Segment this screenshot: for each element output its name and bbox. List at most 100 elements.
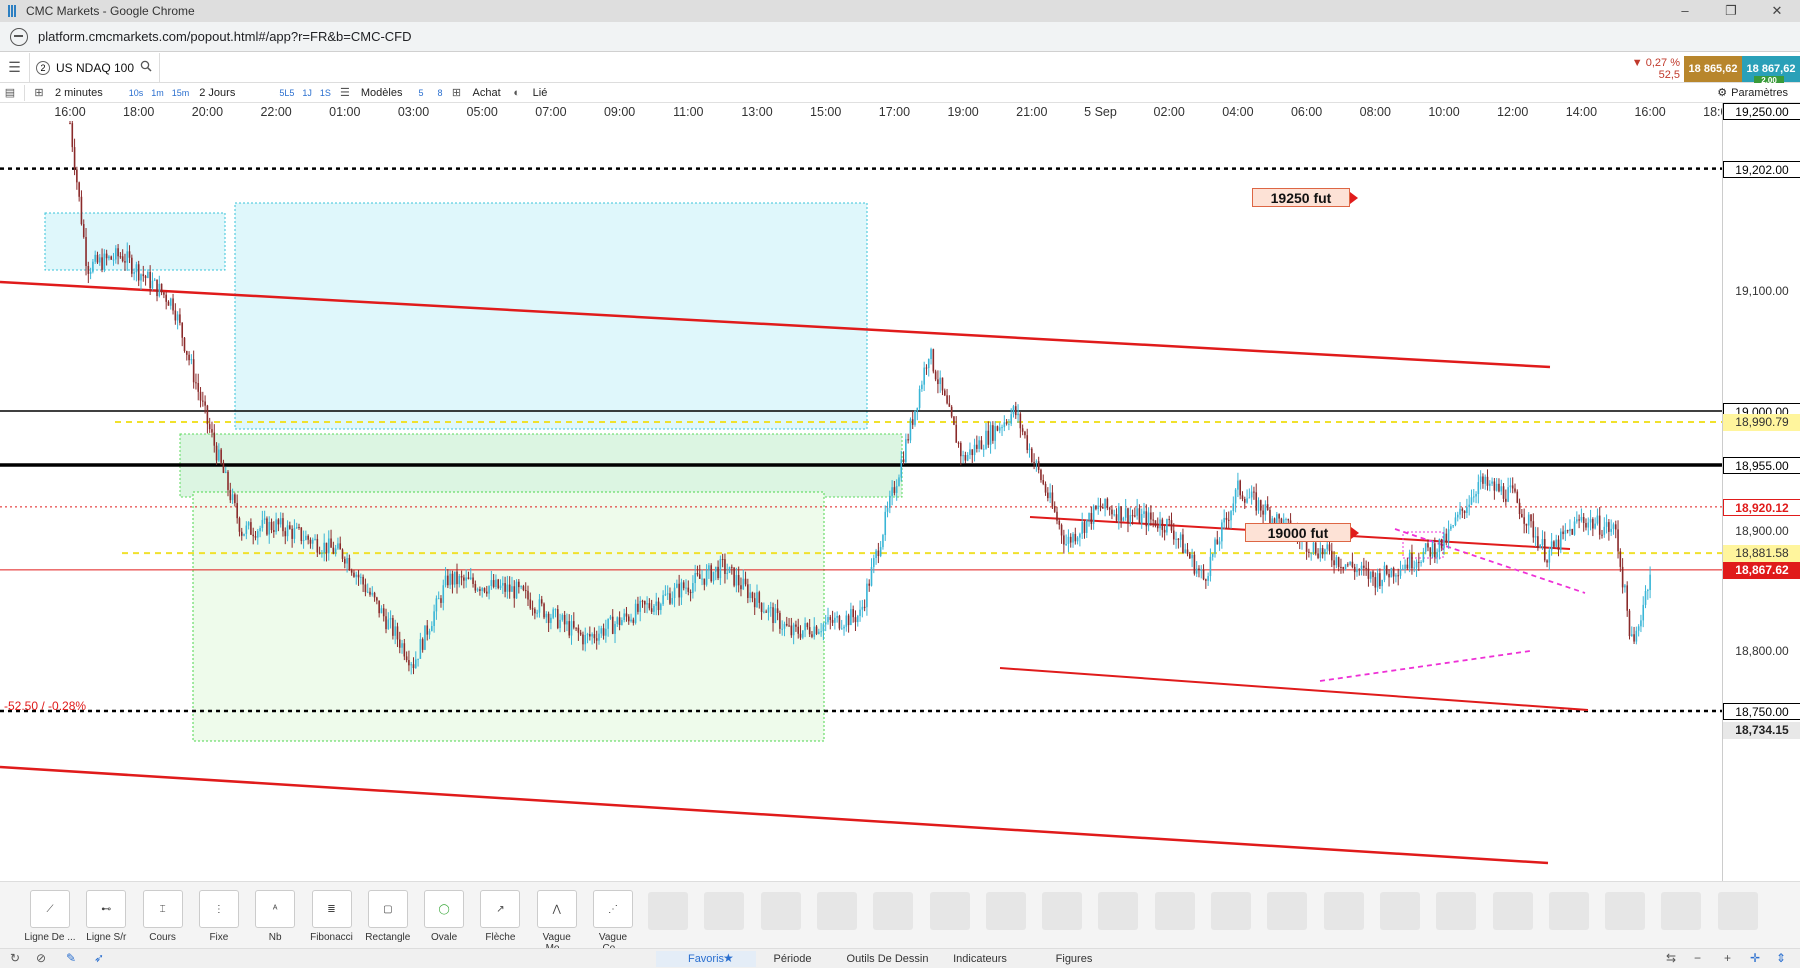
linked-toggle[interactable]: Lié: [533, 87, 548, 99]
cursor-icon[interactable]: ➶: [94, 951, 104, 965]
instrument-selector[interactable]: 2 US NDAQ 100: [30, 52, 160, 83]
drawing-tool-2[interactable]: ⌶ Cours: [137, 890, 189, 943]
tab-favoris[interactable]: Favoris: [656, 951, 756, 967]
candle-body: [112, 259, 115, 261]
empty-tool-slot[interactable]: [760, 892, 801, 930]
candle-body: [1649, 574, 1651, 591]
empty-tool-slot[interactable]: [1717, 892, 1758, 930]
empty-tool-slot[interactable]: [1379, 892, 1420, 930]
timeframe-dropdown[interactable]: 2 minutes: [55, 87, 103, 99]
tab-indicateurs[interactable]: Indicateurs: [935, 951, 1025, 967]
drawing-tool-6[interactable]: ▢ Rectangle: [362, 890, 414, 943]
empty-tool-slot[interactable]: [1548, 892, 1589, 930]
empty-tool-slot[interactable]: [1154, 892, 1195, 930]
empty-tool-slot[interactable]: [1605, 892, 1646, 930]
candle-body: [939, 377, 941, 385]
price-axis: 19,250.00 19,202.00 19,100.00 19,000.00 18,9…: [1722, 103, 1800, 881]
quick-period-1s[interactable]: 1S: [320, 88, 331, 98]
empty-tool-slot[interactable]: [1042, 892, 1083, 930]
drawing-tool-7[interactable]: ◯ Ovale: [418, 890, 470, 943]
candle-body: [863, 606, 866, 608]
candle-body: [490, 580, 493, 587]
period-dropdown[interactable]: 2 Jours: [199, 87, 235, 99]
list-icon[interactable]: ▤: [0, 83, 20, 103]
site-info-icon[interactable]: [10, 27, 28, 46]
candle-body: [1120, 506, 1122, 521]
drawing-tool-4[interactable]: ᴬ Nb: [249, 890, 301, 943]
empty-tool-slot[interactable]: [929, 892, 970, 930]
pencil-icon[interactable]: ✎: [66, 951, 76, 965]
trendline-magenta-up[interactable]: [1319, 650, 1531, 682]
drawing-tool-10[interactable]: ⋰Vague Co...: [587, 890, 639, 954]
empty-tool-slot[interactable]: [1492, 892, 1533, 930]
drawing-tool-icon: ▢: [367, 890, 408, 928]
chart-canvas[interactable]: [0, 121, 1722, 881]
candle-body: [714, 566, 717, 572]
zone-rect-cyan-small[interactable]: [44, 212, 226, 271]
zoom-in-icon[interactable]: +: [1724, 951, 1731, 965]
empty-tool-slot[interactable]: [1661, 892, 1702, 930]
search-icon[interactable]: [140, 60, 152, 75]
zone-rect-cyan-large[interactable]: [234, 202, 868, 430]
candle-body: [815, 626, 818, 634]
address-bar[interactable]: platform.cmcmarkets.com/popout.html#/app…: [0, 22, 1800, 52]
tab-figures[interactable]: Figures: [1025, 951, 1123, 967]
empty-tool-slot[interactable]: [1436, 892, 1477, 930]
zoom-out-icon[interactable]: −: [1694, 951, 1701, 965]
crosshair-icon[interactable]: ✛: [1750, 951, 1760, 965]
quick-timeframe-10s[interactable]: 10s: [129, 88, 144, 98]
empty-tool-slot[interactable]: [1098, 892, 1139, 930]
cancel-icon[interactable]: ⊘: [36, 951, 46, 965]
models-option-5[interactable]: 5: [418, 88, 423, 98]
quick-timeframe-15m[interactable]: 15m: [172, 88, 190, 98]
quick-timeframe-1m[interactable]: 1m: [151, 88, 164, 98]
tab-outils-de-dessin[interactable]: Outils De Dessin: [840, 951, 935, 967]
tab-periode[interactable]: Période: [745, 951, 840, 967]
drawing-tool-1[interactable]: ⊷ Ligne S/r: [80, 890, 132, 943]
candle-body: [1250, 491, 1253, 498]
candle-body: [966, 454, 969, 461]
maximize-icon[interactable]: ❐: [1708, 3, 1754, 19]
url-text[interactable]: platform.cmcmarkets.com/popout.html#/app…: [38, 29, 412, 44]
candle-body: [1612, 524, 1615, 529]
quick-period-1j[interactable]: 1J: [302, 88, 312, 98]
models-option-8[interactable]: 8: [437, 88, 442, 98]
drawing-tool-8[interactable]: ↗ Flèche: [474, 890, 526, 943]
models-dropdown[interactable]: Modèles: [361, 87, 403, 99]
minimize-icon[interactable]: –: [1662, 3, 1708, 19]
hamburger-menu-icon[interactable]: ☰: [0, 52, 30, 83]
auto-scale-icon[interactable]: ⇆: [1666, 951, 1676, 965]
empty-tool-slot[interactable]: [1267, 892, 1308, 930]
quick-period-5l5[interactable]: 5L5: [279, 88, 294, 98]
price-chart[interactable]: -52.50 / -0.28% 19250 fut 19000 fut: [0, 121, 1722, 881]
empty-tool-slot[interactable]: [873, 892, 914, 930]
trendline-lower-channel[interactable]: [0, 765, 1549, 865]
expand-icon[interactable]: ⇕: [1776, 951, 1786, 965]
label-19000-fut[interactable]: 19000 fut: [1245, 523, 1359, 542]
candle-body: [108, 256, 110, 259]
empty-tool-slot[interactable]: [1323, 892, 1364, 930]
empty-tool-slot[interactable]: [704, 892, 745, 930]
buy-button[interactable]: Achat: [473, 87, 501, 99]
trendline-inner-bottom[interactable]: [999, 667, 1589, 711]
empty-tool-slot[interactable]: [1211, 892, 1251, 930]
label-19250-fut[interactable]: 19250 fut: [1252, 188, 1358, 207]
close-icon[interactable]: ✕: [1754, 3, 1800, 19]
candle-body: [1209, 556, 1212, 577]
layout-grid-icon[interactable]: ⊞: [29, 83, 49, 103]
empty-tool-slot[interactable]: [648, 892, 688, 930]
drawing-tool-9[interactable]: ⋀Vague Mo...: [531, 890, 583, 954]
sell-price-button[interactable]: 18 865,62: [1684, 56, 1742, 82]
drawing-tool-3[interactable]: ⋮ Fixe: [193, 890, 245, 943]
candle-body: [900, 459, 903, 478]
empty-tool-slot[interactable]: [816, 892, 857, 930]
drawing-tool-0[interactable]: ⟋ Ligne De ...: [24, 890, 76, 943]
drawing-tool-label: Cours: [149, 932, 176, 943]
buy-price-button[interactable]: 18 867,62 2,00: [1742, 56, 1800, 85]
candle-body: [1534, 536, 1537, 538]
drawing-tool-5[interactable]: ≣ Fibonacci: [306, 890, 358, 943]
drawing-tool-label: Fibonacci: [310, 932, 353, 943]
refresh-icon[interactable]: ↻: [10, 951, 20, 965]
empty-tool-slot[interactable]: [985, 892, 1026, 930]
settings-button[interactable]: ⚙ Paramètres: [1717, 86, 1788, 100]
